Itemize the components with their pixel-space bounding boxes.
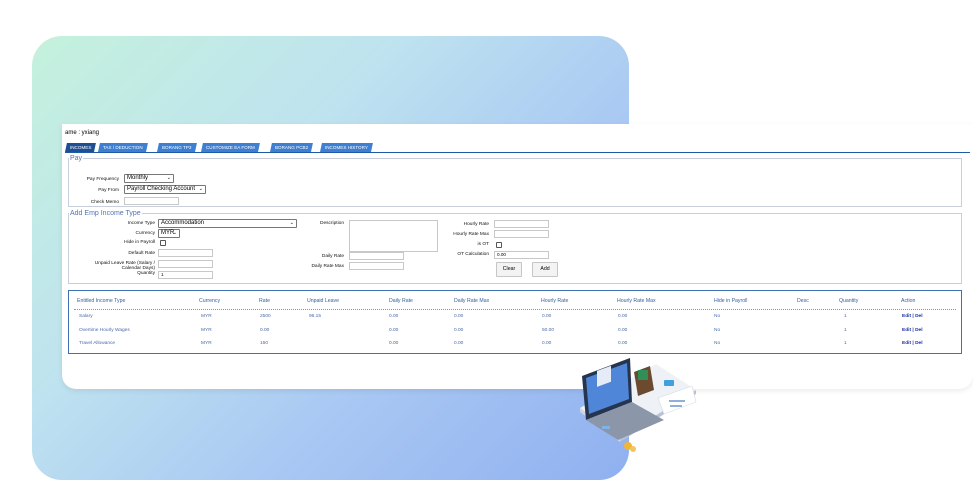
is-ot-label: is OT bbox=[477, 242, 489, 247]
table-cell: 96.15 bbox=[309, 314, 322, 319]
hourly-rate-label: Hourly Rate bbox=[463, 222, 489, 227]
default-rate-label: Default Rate bbox=[128, 251, 155, 256]
chevron-down-icon: ⌄ bbox=[166, 175, 171, 181]
daily-rate-max-input[interactable] bbox=[349, 262, 404, 270]
table-cell: 0.00 bbox=[260, 328, 270, 333]
clear-button[interactable]: Clear bbox=[496, 262, 522, 277]
add-income-section: Add Emp Income Type Income Type Accommod… bbox=[68, 210, 962, 284]
table-cell: 1 bbox=[844, 328, 847, 333]
payroll-laptop-illustration bbox=[580, 358, 697, 452]
table-cell: No bbox=[714, 314, 721, 319]
table-cell: 0.00 bbox=[389, 328, 399, 333]
col-header: Hide in Payroll bbox=[714, 298, 748, 304]
description-textarea[interactable] bbox=[349, 220, 438, 252]
check-memo-label: Check Memo bbox=[90, 200, 119, 205]
employee-name: ame : yxiang bbox=[65, 130, 100, 136]
edit-delete-links[interactable]: Edit | Del bbox=[902, 341, 923, 346]
currency-label: Currency bbox=[135, 231, 155, 236]
chevron-down-icon: ⌄ bbox=[198, 186, 203, 192]
col-header: Quantity bbox=[839, 298, 859, 304]
add-income-legend: Add Emp Income Type bbox=[70, 210, 141, 217]
col-header: Entitled Income Type bbox=[77, 298, 126, 304]
pay-frequency-label: Pay Frequency bbox=[86, 177, 119, 182]
income-type-select[interactable]: Accommodation ⌄ bbox=[158, 219, 297, 228]
daily-rate-label: Daily Rate bbox=[321, 254, 344, 259]
daily-rate-max-label: Daily Rate Max bbox=[311, 264, 344, 269]
hourly-rate-max-input[interactable] bbox=[494, 230, 549, 238]
quantity-label: Quantity bbox=[137, 271, 155, 276]
table-cell: 0.00 bbox=[618, 341, 628, 346]
edit-delete-links[interactable]: Edit | Del bbox=[902, 314, 923, 319]
col-header: Daily Rate bbox=[389, 298, 413, 304]
table-cell: 0.00 bbox=[454, 341, 464, 346]
is-ot-checkbox[interactable] bbox=[496, 242, 502, 248]
edit-delete-links[interactable]: Edit | Del bbox=[902, 328, 923, 333]
ot-calculation-label: OT Calculation bbox=[457, 252, 489, 257]
table-cell: 1 bbox=[844, 314, 847, 319]
income-table: Entitled Income Type Currency Rate Unpai… bbox=[68, 290, 962, 354]
table-cell: 0.00 bbox=[389, 341, 399, 346]
table-cell: 0.00 bbox=[454, 328, 464, 333]
col-header: Daily Rate Max bbox=[454, 298, 490, 304]
check-memo-input[interactable] bbox=[124, 197, 179, 205]
col-header: Unpaid Leave bbox=[307, 298, 340, 304]
table-cell: 0.00 bbox=[542, 341, 552, 346]
col-header: Action bbox=[901, 298, 916, 304]
daily-rate-input[interactable] bbox=[349, 252, 404, 260]
payroll-income-card: ame : yxiang INCOMES TAX / DEDUCTION BOR… bbox=[62, 124, 973, 389]
col-header: Hourly Rate bbox=[541, 298, 569, 304]
col-header: Currency bbox=[199, 298, 221, 304]
table-cell: 0.00 bbox=[389, 314, 399, 319]
table-cell: 0.00 bbox=[618, 328, 628, 333]
hourly-rate-max-label: Hourly Rate Max bbox=[453, 232, 489, 237]
col-header: Desc bbox=[797, 298, 809, 304]
table-cell: Travel Allowance bbox=[79, 341, 116, 346]
chevron-down-icon: ⌄ bbox=[172, 230, 177, 236]
table-cell: 0.00 bbox=[454, 314, 464, 319]
table-cell: MYR bbox=[201, 328, 212, 333]
tab-customize-ea-form[interactable]: CUSTOMIZE EA FORM bbox=[201, 143, 260, 152]
hourly-rate-input[interactable] bbox=[494, 220, 549, 228]
add-button[interactable]: Add bbox=[532, 262, 558, 277]
default-rate-input[interactable] bbox=[158, 249, 213, 257]
tab-bar: INCOMES TAX / DEDUCTION BORANG TP3 CUSTO… bbox=[65, 143, 970, 153]
pay-legend: Pay bbox=[70, 155, 83, 162]
unpaid-leave-input[interactable] bbox=[158, 260, 213, 268]
tab-tax-deduction[interactable]: TAX / DEDUCTION bbox=[98, 143, 148, 152]
quantity-input[interactable]: 1 bbox=[158, 271, 213, 279]
table-cell: 0.00 bbox=[618, 314, 628, 319]
pay-from-select[interactable]: Payroll Checking Account ⌄ bbox=[124, 185, 206, 194]
table-cell: Salary bbox=[79, 314, 93, 319]
description-label: Description bbox=[320, 221, 344, 226]
tab-incomes[interactable]: INCOMES bbox=[65, 143, 97, 152]
pay-section: Pay Pay Frequency Monthly ⌄ Pay From Payr… bbox=[68, 155, 962, 207]
table-cell: No bbox=[714, 328, 721, 333]
col-header: Hourly Rate Max bbox=[617, 298, 656, 304]
table-cell: MYR bbox=[201, 314, 212, 319]
tab-incomes-history[interactable]: INCOMES HISTORY bbox=[320, 143, 373, 152]
table-cell: MYR bbox=[201, 341, 212, 346]
tab-borang-tp3[interactable]: BORANG TP3 bbox=[157, 143, 197, 152]
table-cell: 150 bbox=[260, 341, 269, 346]
ot-calculation-input[interactable]: 0.00 bbox=[494, 251, 549, 259]
currency-select[interactable]: MYR ⌄ bbox=[158, 229, 180, 238]
hide-in-payroll-checkbox[interactable] bbox=[160, 240, 166, 246]
header-divider bbox=[74, 309, 956, 310]
table-cell: No bbox=[714, 341, 721, 346]
tab-borang-pcb2[interactable]: BORANG PCB2 bbox=[270, 143, 314, 152]
table-cell: 2500 bbox=[260, 314, 271, 319]
income-type-label: Income Type bbox=[127, 221, 155, 226]
pay-frequency-select[interactable]: Monthly ⌄ bbox=[124, 174, 174, 183]
table-cell: 0.00 bbox=[542, 314, 552, 319]
table-cell: Overtime Hourly Wages bbox=[79, 328, 130, 333]
table-cell: 1 bbox=[844, 341, 847, 346]
col-header: Rate bbox=[259, 298, 270, 304]
hide-in-payroll-label: Hide in Payroll bbox=[124, 240, 155, 245]
table-cell: 50.00 bbox=[542, 328, 555, 333]
pay-from-label: Pay From bbox=[98, 188, 119, 193]
